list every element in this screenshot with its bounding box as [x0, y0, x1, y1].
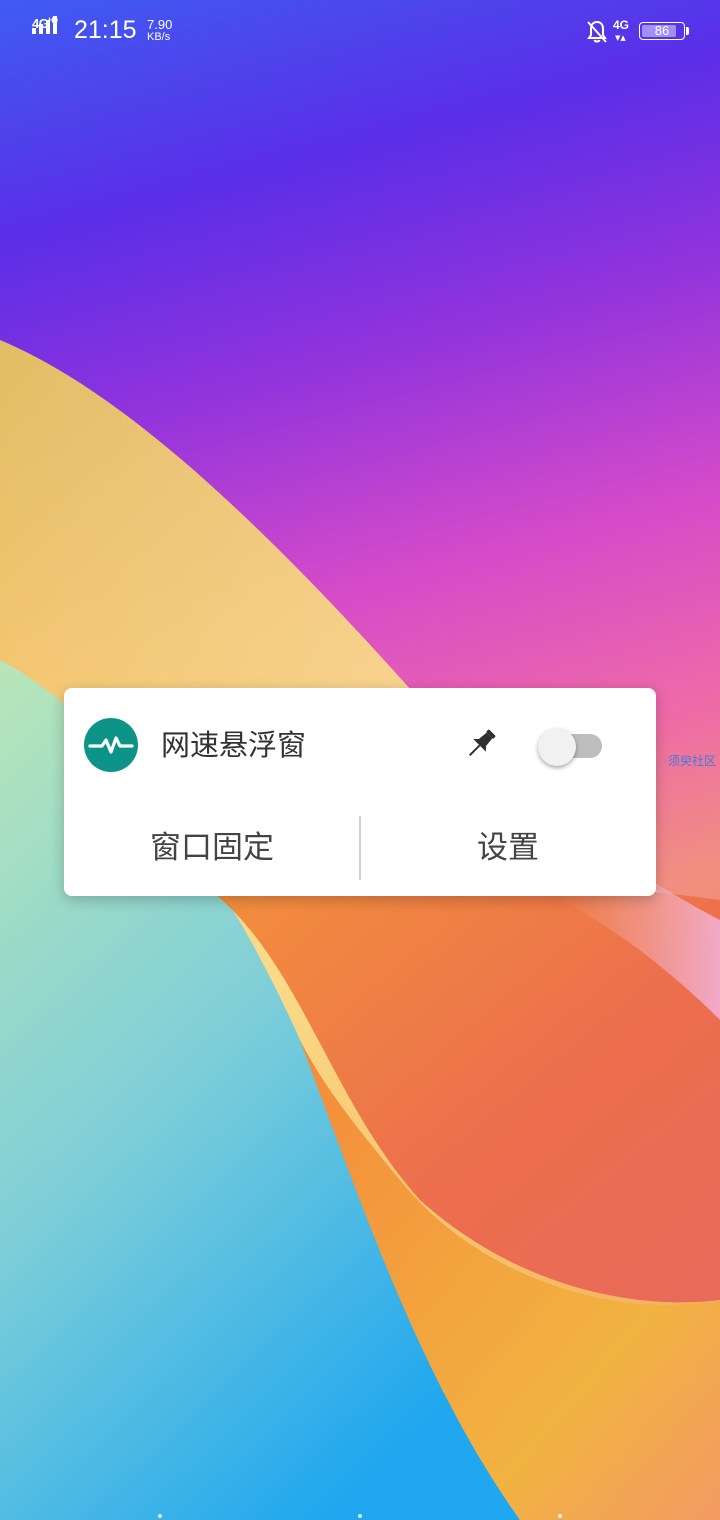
network-speed: 7.90 KB/s: [147, 18, 172, 44]
settings-button[interactable]: 设置: [360, 816, 656, 880]
pulse-line-icon: [84, 718, 138, 772]
floating-window-card: 网速悬浮窗 窗口固定 设置: [64, 688, 656, 896]
toggle-knob: [538, 728, 576, 766]
cellular-signal-left: 4GHD: [32, 16, 68, 44]
navigation-dots: [0, 1512, 720, 1520]
floating-window-title: 网速悬浮窗: [161, 728, 307, 762]
bell-muted-icon: [587, 20, 607, 43]
battery-level: 86: [654, 23, 670, 38]
data-arrows-icon: ▼▲: [615, 34, 626, 42]
side-label[interactable]: 须臾社区: [668, 752, 720, 769]
battery-icon: 86: [639, 22, 685, 40]
network-type-right: 4G: [613, 18, 630, 32]
network-speed-unit: KB/s: [147, 31, 171, 43]
battery-tip: [686, 27, 689, 35]
status-bar: 4GHD 21:15 7.90 KB/s 4G ▼▲ 86: [0, 0, 720, 64]
pin-window-button[interactable]: 窗口固定: [64, 816, 360, 880]
network-speed-value: 7.90: [147, 17, 173, 32]
clock: 21:15: [74, 16, 137, 44]
floating-window-toggle[interactable]: [538, 728, 602, 766]
pushpin-icon[interactable]: [461, 724, 501, 764]
